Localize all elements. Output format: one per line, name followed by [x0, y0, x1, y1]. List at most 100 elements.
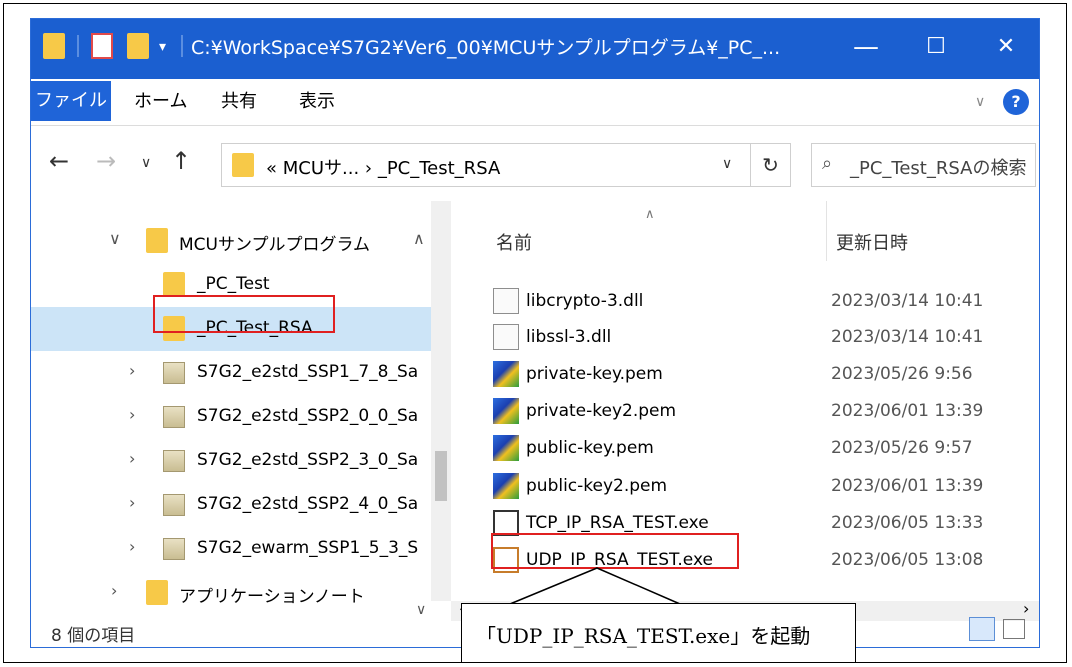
nav-item-s7g2-ewarm[interactable]: › S7G2_ewarm_SSP1_5_3_S [31, 527, 451, 571]
column-header-name[interactable]: 名前 [496, 229, 532, 255]
file-date: 2023/06/01 13:39 [831, 401, 984, 421]
dll-file-icon [493, 288, 519, 314]
address-dropdown-icon[interactable]: ∨ [722, 156, 732, 172]
pem-file-icon [493, 398, 519, 424]
chevron-right-icon[interactable]: › [129, 405, 135, 424]
file-date: 2023/06/05 13:08 [831, 550, 984, 570]
scrollbar-thumb[interactable] [435, 451, 447, 501]
search-box[interactable]: ⌕ _PC_Test_RSAの検索 [811, 143, 1036, 187]
pem-file-icon [493, 361, 519, 387]
file-row[interactable]: public-key2.pem 2023/06/01 13:39 [481, 470, 1039, 504]
tab-home[interactable]: ホーム [134, 85, 187, 119]
file-row[interactable]: libssl-3.dll 2023/03/14 10:41 [481, 321, 1039, 355]
navigation-pane: ∨ MCUサンプルプログラム ∧ _PC_Test _PC_Test_RSA ›… [31, 201, 451, 607]
column-header-date[interactable]: 更新日時 [836, 229, 908, 255]
file-date: 2023/05/26 9:57 [831, 438, 973, 458]
pem-file-icon [493, 473, 519, 499]
nav-item-s7g2-ssp178[interactable]: › S7G2_e2std_SSP1_7_8_Sa [31, 351, 451, 395]
nav-item-label: S7G2_e2std_SSP2_0_0_Sa [197, 406, 419, 426]
file-name: public-key2.pem [526, 476, 668, 496]
properties-icon[interactable] [91, 33, 113, 59]
chevron-down-icon[interactable]: ∨ [109, 229, 121, 248]
nav-item-label: MCUサンプルプログラム [179, 235, 370, 255]
project-folder-icon [163, 538, 185, 560]
highlight-udp-exe [491, 533, 739, 569]
nav-scrollbar[interactable] [431, 201, 451, 601]
nav-item-app-notes[interactable]: › アプリケーションノート [31, 571, 451, 607]
minimize-button[interactable]: — [836, 27, 896, 67]
file-name: libssl-3.dll [526, 327, 612, 347]
file-row[interactable]: private-key.pem 2023/05/26 9:56 [481, 358, 1039, 392]
title-bar: ▾ C:¥WorkSpace¥S7G2¥Ver6_00¥MCUサンプルプログラム… [31, 19, 1039, 79]
nav-item-s7g2-ssp200[interactable]: › S7G2_e2std_SSP2_0_0_Sa [31, 395, 451, 439]
scroll-up-icon[interactable]: ∧ [413, 229, 425, 248]
address-path: « MCUサ... › _PC_Test_RSA [266, 158, 501, 179]
refresh-button[interactable]: ↻ [751, 143, 791, 187]
nav-item-label: S7G2_ewarm_SSP1_5_3_S [197, 538, 419, 558]
folder-icon [232, 153, 254, 177]
file-date: 2023/03/14 10:41 [831, 327, 984, 347]
help-icon[interactable]: ? [1003, 89, 1029, 115]
file-date: 2023/05/26 9:56 [831, 364, 973, 384]
nav-item-label: アプリケーションノート [179, 587, 365, 607]
address-bar[interactable]: « MCUサ... › _PC_Test_RSA ∨ [221, 143, 751, 187]
window-title: C:¥WorkSpace¥S7G2¥Ver6_00¥MCUサンプルプログラム¥_… [191, 37, 781, 59]
separator [77, 35, 79, 57]
callout-text: 「UDP_IP_RSA_TEST.exe」を起動 [476, 624, 811, 648]
folder-icon [146, 580, 168, 605]
chevron-right-icon[interactable]: › [129, 449, 135, 468]
nav-item-label: S7G2_e2std_SSP1_7_8_Sa [197, 362, 419, 382]
file-name: TCP_IP_RSA_TEST.exe [526, 513, 709, 533]
forward-arrow-icon[interactable]: → [96, 147, 116, 175]
dll-file-icon [493, 324, 519, 350]
back-arrow-icon[interactable]: ← [49, 147, 69, 175]
project-folder-icon [163, 450, 185, 472]
chevron-right-icon[interactable]: › [129, 361, 135, 380]
nav-item-mcu-samples[interactable]: ∨ MCUサンプルプログラム ∧ [31, 219, 451, 263]
chevron-right-icon[interactable]: › [129, 537, 135, 556]
file-name: public-key.pem [526, 438, 654, 458]
navigation-bar: ← → ∨ ↑ « MCUサ... › _PC_Test_RSA ∨ ↻ ⌕ _… [31, 125, 1039, 201]
new-folder-icon[interactable] [127, 33, 149, 59]
nav-item-s7g2-ssp240[interactable]: › S7G2_e2std_SSP2_4_0_Sa [31, 483, 451, 527]
recent-locations-icon[interactable]: ∨ [141, 155, 151, 171]
folder-icon [146, 228, 168, 253]
search-icon: ⌕ [822, 153, 833, 174]
tab-file[interactable]: ファイル [31, 81, 111, 121]
large-icons-view-icon[interactable] [1003, 619, 1025, 639]
separator [181, 35, 183, 57]
up-arrow-icon[interactable]: ↑ [171, 147, 191, 175]
project-folder-icon [163, 406, 185, 428]
project-folder-icon [163, 494, 185, 516]
qat-dropdown-icon[interactable]: ▾ [159, 39, 166, 55]
highlight-selected-folder [153, 295, 335, 333]
file-row[interactable]: private-key2.pem 2023/06/01 13:39 [481, 395, 1039, 429]
file-row[interactable]: public-key.pem 2023/05/26 9:57 [481, 432, 1039, 466]
nav-item-label: S7G2_e2std_SSP2_4_0_Sa [197, 494, 419, 514]
item-count: 8 個の項目 [51, 626, 136, 646]
ribbon-expand-icon[interactable]: ∨ [975, 85, 985, 119]
file-date: 2023/06/05 13:33 [831, 513, 984, 533]
folder-icon [43, 33, 65, 59]
maximize-button[interactable]: ☐ [906, 27, 966, 67]
folder-icon [163, 272, 185, 297]
file-name: libcrypto-3.dll [526, 291, 644, 311]
file-row[interactable]: libcrypto-3.dll 2023/03/14 10:41 [481, 285, 1039, 319]
close-button[interactable]: ✕ [976, 27, 1036, 67]
chevron-right-icon[interactable]: › [129, 493, 135, 512]
chevron-right-icon[interactable]: › [111, 581, 117, 600]
file-date: 2023/03/14 10:41 [831, 291, 984, 311]
callout-box: 「UDP_IP_RSA_TEST.exe」を起動 [461, 603, 856, 663]
tab-share[interactable]: 共有 [221, 85, 257, 119]
nav-item-label: S7G2_e2std_SSP2_3_0_Sa [197, 450, 419, 470]
file-date: 2023/06/01 13:39 [831, 476, 984, 496]
project-folder-icon [163, 362, 185, 384]
explorer-window: ▾ C:¥WorkSpace¥S7G2¥Ver6_00¥MCUサンプルプログラム… [30, 18, 1040, 648]
sort-ascending-icon: ∧ [645, 207, 655, 222]
ribbon-tabs: ファイル ホーム 共有 表示 ∨ ? [31, 79, 1039, 126]
column-divider[interactable] [826, 201, 827, 261]
pem-file-icon [493, 435, 519, 461]
nav-item-s7g2-ssp230[interactable]: › S7G2_e2std_SSP2_3_0_Sa [31, 439, 451, 483]
tab-view[interactable]: 表示 [299, 85, 335, 119]
details-view-icon[interactable] [969, 617, 995, 641]
